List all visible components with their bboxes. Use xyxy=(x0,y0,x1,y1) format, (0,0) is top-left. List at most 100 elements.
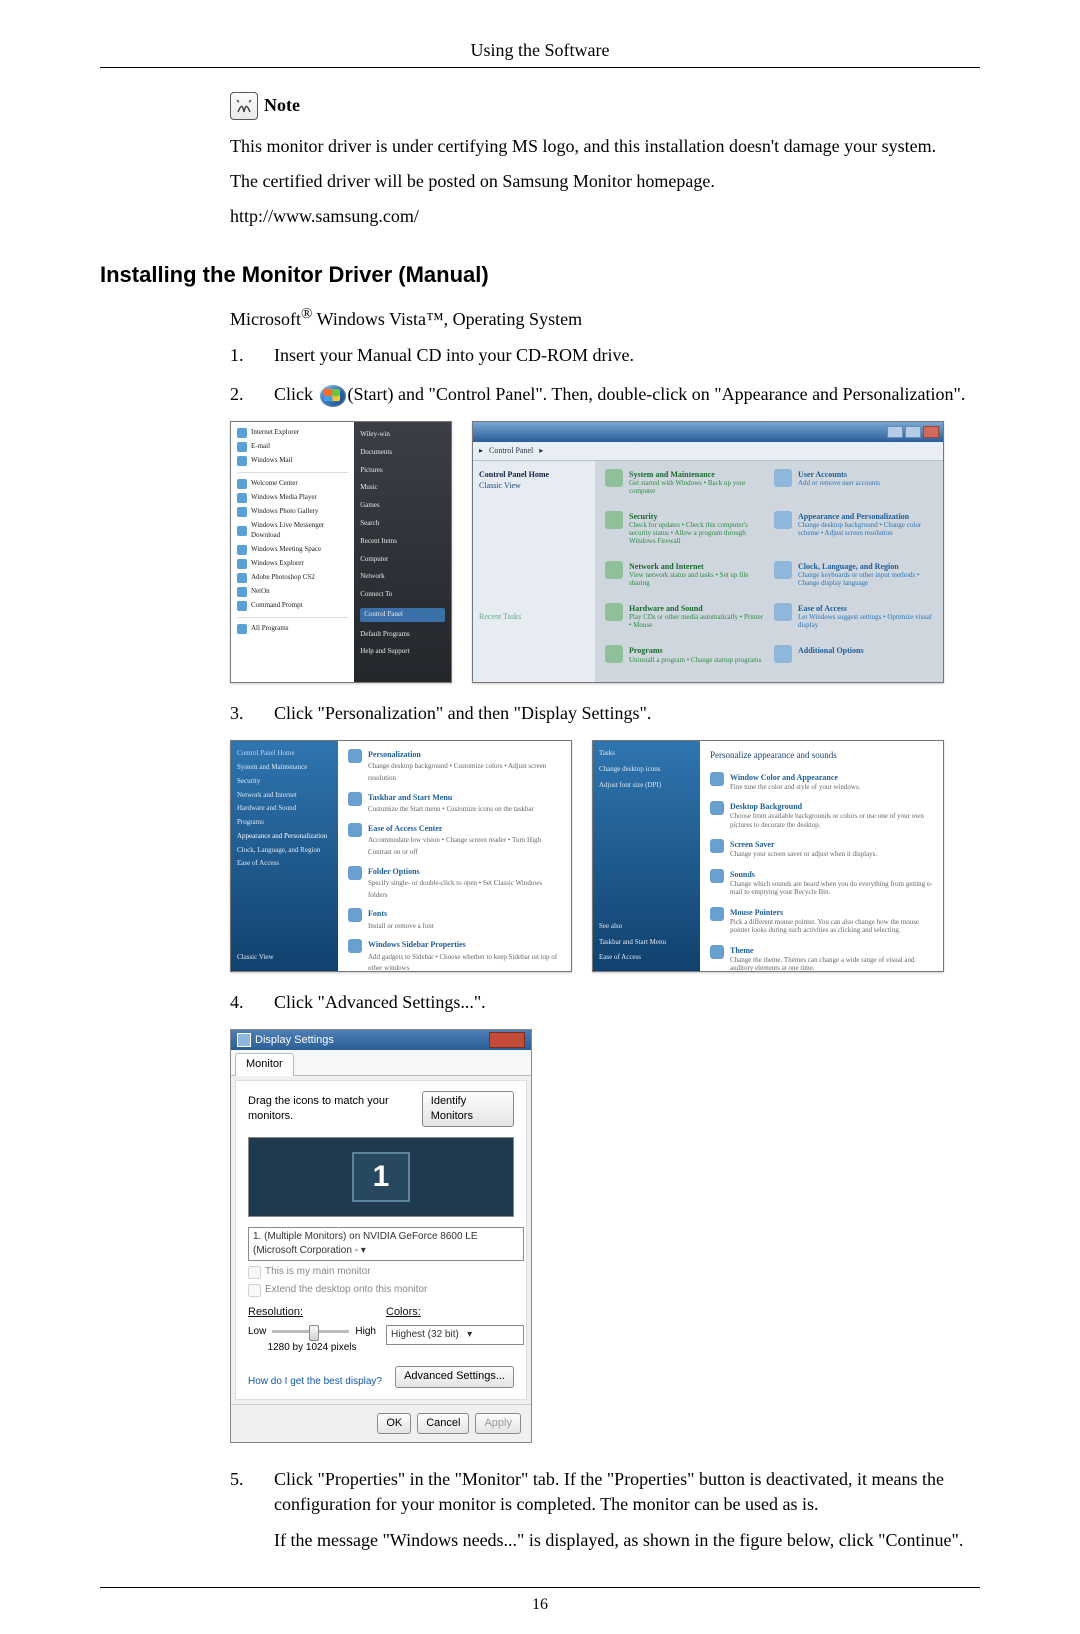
side-link-active[interactable]: Appearance and Personalization xyxy=(237,832,332,842)
cp-category[interactable]: Additional Options xyxy=(774,645,933,674)
side-link[interactable]: Control Panel Home xyxy=(237,749,332,759)
side-link[interactable]: Ease of Access xyxy=(237,859,332,869)
pers-row[interactable]: Screen SaverChange your screen saver or … xyxy=(710,839,933,859)
start-menu-item[interactable]: E-mail xyxy=(237,442,348,452)
advanced-settings-button[interactable]: Advanced Settings... xyxy=(395,1366,514,1387)
start-right-item[interactable]: Search xyxy=(360,519,445,529)
start-menu-item[interactable]: Windows Photo Gallery xyxy=(237,507,348,517)
section-title: Installing the Monitor Driver (Manual) xyxy=(100,260,980,291)
monitor-dropdown[interactable]: 1. (Multiple Monitors) on NVIDIA GeForce… xyxy=(248,1227,524,1261)
start-right-item[interactable]: Recent Items xyxy=(360,537,445,547)
ap-row[interactable]: Taskbar and Start MenuCustomize the Star… xyxy=(348,792,561,815)
start-right-item[interactable]: Pictures xyxy=(360,466,445,476)
side-link[interactable]: Security xyxy=(237,777,332,787)
cp-category[interactable]: User AccountsAdd or remove user accounts xyxy=(774,469,933,505)
start-right-item[interactable]: Games xyxy=(360,501,445,511)
step-text: Click "Personalization" and then "Displa… xyxy=(274,701,980,726)
pers-row[interactable]: Window Color and AppearanceFine tune the… xyxy=(710,772,933,792)
dialog-title: Display Settings xyxy=(237,1033,334,1048)
resolution-slider[interactable]: Low High xyxy=(248,1325,376,1339)
side-link[interactable]: System and Maintenance xyxy=(237,763,332,773)
reg-mark: ® xyxy=(301,306,312,322)
pers-row[interactable]: ThemeChange the theme. Themes can change… xyxy=(710,945,933,972)
cp-category[interactable]: Clock, Language, and RegionChange keyboa… xyxy=(774,561,933,597)
step-number: 5. xyxy=(230,1467,250,1563)
cp-category[interactable]: System and MaintenanceGet started with W… xyxy=(605,469,764,505)
close-button[interactable] xyxy=(923,426,939,438)
side-link[interactable]: Ease of Access xyxy=(599,953,694,963)
start-right-selected[interactable]: Control Panel xyxy=(360,608,445,622)
cp-category[interactable]: Hardware and SoundPlay CDs or other medi… xyxy=(605,603,764,639)
start-menu-item[interactable]: Windows Explorer xyxy=(237,559,348,569)
start-right-item[interactable]: Music xyxy=(360,483,445,493)
side-link[interactable]: Change desktop icons xyxy=(599,765,694,775)
cancel-button[interactable]: Cancel xyxy=(417,1413,469,1434)
start-menu-item[interactable]: Adobe Photoshop CS2 xyxy=(237,573,348,583)
side-link[interactable]: Network and Internet xyxy=(237,791,332,801)
start-menu-item[interactable]: Welcome Center xyxy=(237,479,348,489)
help-link[interactable]: How do I get the best display? xyxy=(248,1375,382,1389)
page-number: 16 xyxy=(100,1596,980,1614)
header-rule xyxy=(100,67,980,68)
side-link[interactable]: Programs xyxy=(237,818,332,828)
footer-rule xyxy=(100,1587,980,1588)
minimize-button[interactable] xyxy=(887,426,903,438)
start-menu-item[interactable]: Windows Meeting Space xyxy=(237,545,348,555)
cp-category[interactable]: SecurityCheck for updates • Check this c… xyxy=(605,511,764,555)
start-right-item[interactable]: Documents xyxy=(360,448,445,458)
slider-low: Low xyxy=(248,1325,266,1339)
step-1: 1. Insert your Manual CD into your CD-RO… xyxy=(230,343,980,368)
close-button[interactable] xyxy=(489,1032,525,1048)
maximize-button[interactable] xyxy=(905,426,921,438)
cp-classic[interactable]: Classic View xyxy=(479,480,589,491)
apply-button: Apply xyxy=(475,1413,521,1434)
start-right-item[interactable]: Connect To xyxy=(360,590,445,600)
start-right-item[interactable]: Help and Support xyxy=(360,647,445,657)
start-right-item[interactable]: Default Programs xyxy=(360,630,445,640)
side-link: See also xyxy=(599,922,694,932)
pers-row[interactable]: Mouse PointersPick a different mouse poi… xyxy=(710,907,933,935)
start-menu-item[interactable]: Internet Explorer xyxy=(237,428,348,438)
ap-row[interactable]: FontsInstall or remove a font xyxy=(348,908,561,931)
tab-monitor[interactable]: Monitor xyxy=(235,1053,294,1075)
start-menu-item[interactable]: Command Prompt xyxy=(237,601,348,611)
side-link[interactable]: Adjust font size (DPI) xyxy=(599,781,694,791)
cp-category-appearance[interactable]: Appearance and PersonalizationChange des… xyxy=(774,511,933,555)
ap-row[interactable]: Ease of Access CenterAccommodate low vis… xyxy=(348,823,561,858)
note-p1: This monitor driver is under certifying … xyxy=(230,134,980,159)
step-number: 3. xyxy=(230,701,250,726)
start-right-item[interactable]: Computer xyxy=(360,555,445,565)
ap-row[interactable]: Windows Sidebar PropertiesAdd gadgets to… xyxy=(348,939,561,972)
colors-dropdown[interactable]: Highest (32 bit) ▾ xyxy=(386,1325,524,1345)
monitor-preview[interactable]: 1 xyxy=(248,1137,514,1217)
start-menu-item[interactable]: Windows Live Messenger Download xyxy=(237,521,348,541)
screenshot-appearance-personalization: Control Panel Home System and Maintenanc… xyxy=(230,740,572,972)
screenshot-personalization: Tasks Change desktop icons Adjust font s… xyxy=(592,740,944,972)
start-menu-item[interactable]: Windows Mail xyxy=(237,456,348,466)
start-right-item[interactable]: Wiley-win xyxy=(360,430,445,440)
side-link[interactable]: Hardware and Sound xyxy=(237,804,332,814)
start-menu-item[interactable]: Windows Media Player xyxy=(237,493,348,503)
step-5a: Click "Properties" in the "Monitor" tab.… xyxy=(274,1467,980,1517)
cp-category[interactable]: Ease of AccessLet Windows suggest settin… xyxy=(774,603,933,639)
pers-row[interactable]: SoundsChange which sounds are heard when… xyxy=(710,869,933,897)
step-5: 5. Click "Properties" in the "Monitor" t… xyxy=(230,1467,980,1563)
side-link[interactable]: Taskbar and Start Menu xyxy=(599,938,694,948)
colors-label: Colors: xyxy=(386,1305,514,1320)
ap-row[interactable]: Folder OptionsSpecify single- or double-… xyxy=(348,866,561,901)
pers-row[interactable]: Desktop BackgroundChoose from available … xyxy=(710,801,933,829)
address-bar[interactable]: ▸ Control Panel ▸ xyxy=(473,442,943,461)
identify-monitors-button[interactable]: Identify Monitors xyxy=(422,1091,514,1128)
start-right-item[interactable]: Network xyxy=(360,572,445,582)
cp-category[interactable]: Network and InternetView network status … xyxy=(605,561,764,597)
cp-home[interactable]: Control Panel Home xyxy=(479,469,589,480)
ap-row-personalization[interactable]: PersonalizationChange desktop background… xyxy=(348,749,561,784)
cp-category[interactable]: ProgramsUninstall a program • Change sta… xyxy=(605,645,764,674)
screenshot-start-menu: Internet Explorer E-mail Windows Mail We… xyxy=(230,421,452,683)
start-menu-item[interactable]: NetOn xyxy=(237,587,348,597)
side-link[interactable]: Classic View xyxy=(237,953,332,963)
monitor-number[interactable]: 1 xyxy=(352,1152,410,1202)
all-programs[interactable]: All Programs xyxy=(237,624,348,634)
ok-button[interactable]: OK xyxy=(377,1413,411,1434)
side-link[interactable]: Clock, Language, and Region xyxy=(237,846,332,856)
